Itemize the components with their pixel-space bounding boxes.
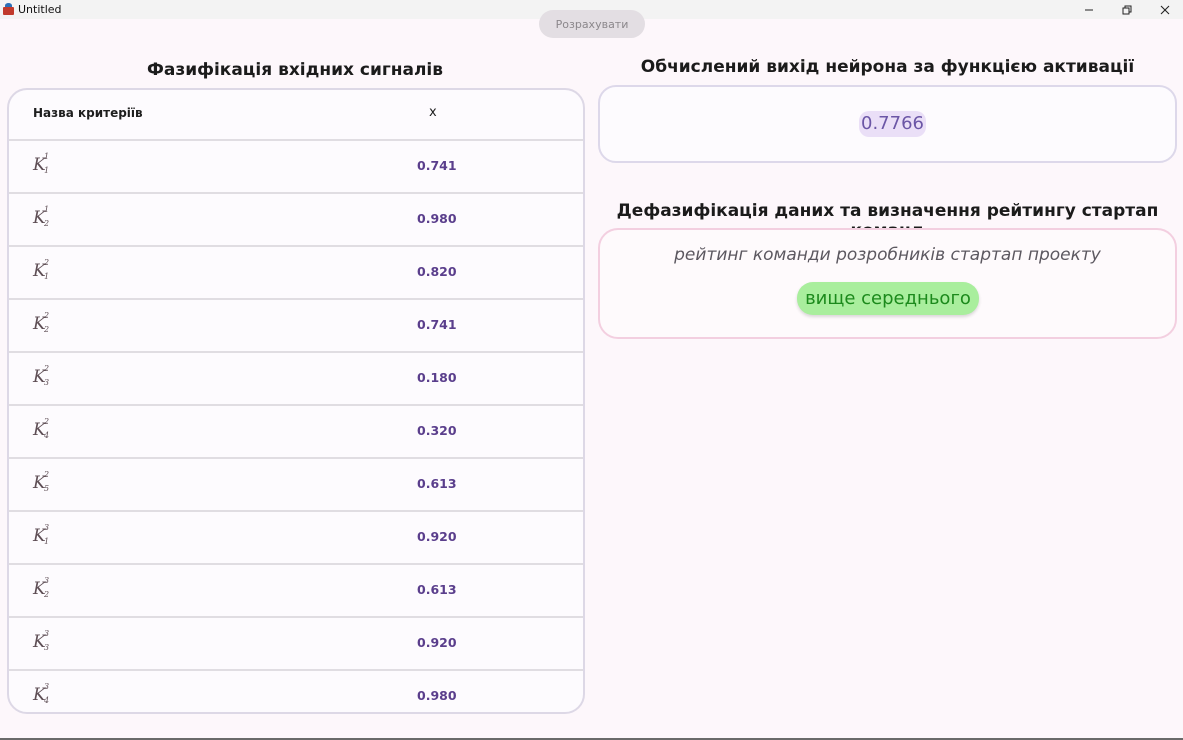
criterion-subscript: 3 — [44, 643, 50, 652]
criterion-subscript: 1 — [44, 537, 50, 546]
criterion-subscript: 2 — [44, 219, 50, 228]
neuron-output-title: Обчислений вихід нейрона за функцією акт… — [640, 57, 1135, 77]
window-title: Untitled — [18, 3, 62, 16]
criterion-label: K33 — [33, 629, 50, 652]
criterion-label: K12 — [33, 205, 50, 228]
table-row: K 2 4 0.320 — [9, 406, 583, 459]
criterion-value: 0.613 — [417, 582, 457, 597]
fuzzification-title: Фазифікація вхідних сигналів — [146, 60, 444, 80]
criterion-subscript: 2 — [44, 325, 50, 334]
criterion-value: 0.980 — [417, 211, 457, 226]
criterion-subscript: 3 — [44, 378, 50, 387]
java-app-icon — [2, 3, 15, 16]
criterion-value: 0.820 — [417, 264, 457, 279]
criterion-label: K25 — [33, 470, 50, 493]
table-row: K 3 4 0.980 — [9, 671, 583, 712]
rating-card: рейтинг команди розробників стартап прое… — [598, 228, 1177, 339]
close-button[interactable] — [1146, 0, 1183, 19]
criterion-value: 0.741 — [417, 158, 457, 173]
table-row: K 2 2 0.741 — [9, 300, 583, 353]
table-header: Назва критеріїв x — [9, 90, 583, 141]
table-row: K 3 2 0.613 — [9, 565, 583, 618]
criterion-subscript: 4 — [44, 431, 50, 440]
criterion-superscript: 3 — [44, 523, 50, 532]
criterion-superscript: 2 — [44, 470, 50, 479]
criterion-subscript: 4 — [44, 696, 50, 705]
table-row: K 1 2 0.980 — [9, 194, 583, 247]
criterion-superscript: 1 — [44, 205, 50, 214]
criterion-label: K11 — [33, 152, 50, 175]
criterion-superscript: 2 — [44, 417, 50, 426]
restore-button[interactable] — [1108, 0, 1145, 19]
criterion-value: 0.980 — [417, 688, 457, 703]
criterion-superscript: 1 — [44, 152, 50, 161]
criterion-superscript: 3 — [44, 682, 50, 691]
criterion-superscript: 2 — [44, 258, 50, 267]
restore-icon — [1122, 5, 1131, 14]
criterion-label: K21 — [33, 258, 50, 281]
criterion-subscript: 1 — [44, 166, 50, 175]
criterion-superscript: 2 — [44, 311, 50, 320]
criterion-value: 0.613 — [417, 476, 457, 491]
criterion-superscript: 3 — [44, 576, 50, 585]
criterion-subscript: 5 — [44, 484, 50, 493]
criterion-label: K32 — [33, 576, 50, 599]
fuzzification-table: Назва критеріїв x K 1 1 0.741 K 1 2 0.980 K 2 1 0.8… — [7, 88, 585, 714]
criterion-label: K31 — [33, 523, 50, 546]
rating-caption: рейтинг команди розробників стартап прое… — [674, 245, 1101, 265]
calculate-button[interactable]: Розрахувати — [539, 10, 645, 38]
criterion-subscript: 1 — [44, 272, 50, 281]
criterion-value: 0.920 — [417, 635, 457, 650]
minimize-icon — [1084, 9, 1093, 10]
table-row: K 1 1 0.741 — [9, 141, 583, 194]
criterion-label: K22 — [33, 311, 50, 334]
criterion-value: 0.180 — [417, 370, 457, 385]
criterion-superscript: 3 — [44, 629, 50, 638]
close-icon — [1160, 5, 1169, 14]
column-header-x: x — [429, 105, 437, 120]
table-row: K 2 5 0.613 — [9, 459, 583, 512]
neuron-output-card: 0.7766 — [598, 85, 1177, 163]
criterion-label: K34 — [33, 682, 50, 705]
table-row: K 3 3 0.920 — [9, 618, 583, 671]
table-row: K 2 3 0.180 — [9, 353, 583, 406]
table-row: K 2 1 0.820 — [9, 247, 583, 300]
minimize-button[interactable] — [1070, 0, 1107, 19]
criterion-superscript: 2 — [44, 364, 50, 373]
criterion-value: 0.920 — [417, 529, 457, 544]
criterion-subscript: 2 — [44, 590, 50, 599]
table-row: K 3 1 0.920 — [9, 512, 583, 565]
neuron-output-value: 0.7766 — [859, 111, 926, 137]
window-controls — [1069, 0, 1183, 19]
criterion-value: 0.741 — [417, 317, 457, 332]
criterion-label: K23 — [33, 364, 50, 387]
rating-result-badge: вище середнього — [797, 282, 979, 315]
column-header-name: Назва критеріїв — [33, 106, 143, 120]
criterion-value: 0.320 — [417, 423, 457, 438]
criterion-label: K24 — [33, 417, 50, 440]
